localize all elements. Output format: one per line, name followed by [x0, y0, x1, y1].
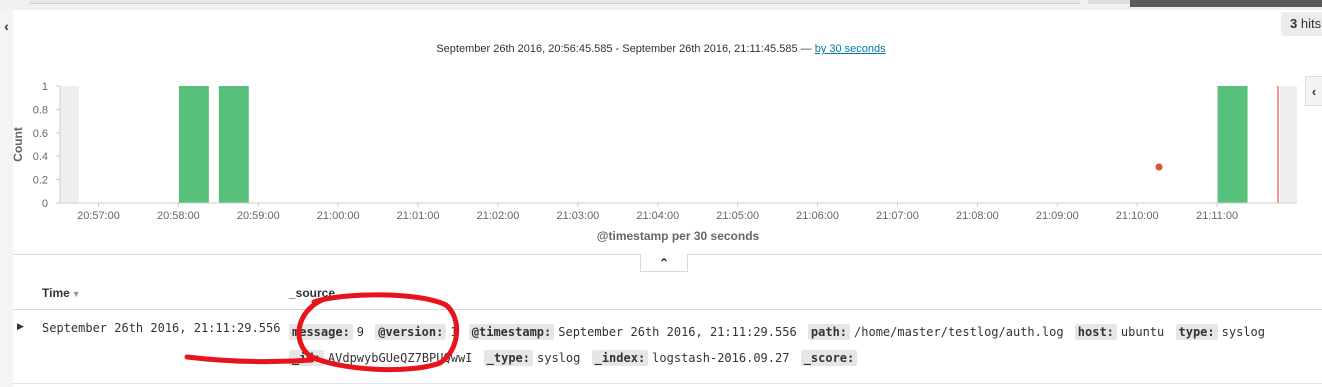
row-time: September 26th 2016, 21:11:29.556 [42, 321, 281, 335]
toolbar-edge [1130, 0, 1322, 7]
x-tick-label: 21:05:00 [716, 210, 759, 222]
column-header-source: _source [289, 286, 336, 300]
y-tick-label: 0.4 [33, 151, 48, 163]
source-field: host: ubuntu [1074, 324, 1165, 340]
source-field-key: @timestamp: [468, 324, 555, 340]
x-tick-label: 21:08:00 [956, 210, 999, 222]
x-tick-label: 20:58:00 [157, 210, 200, 222]
x-tick-label: 21:07:00 [876, 210, 919, 222]
caret-right-icon[interactable]: ▶ [17, 321, 24, 332]
x-tick-label: 21:04:00 [636, 210, 679, 222]
x-tick-label: 20:57:00 [77, 210, 120, 222]
y-tick-label: 0.8 [33, 104, 48, 116]
source-field-value: 9 [356, 325, 365, 339]
chart-bar [178, 86, 209, 203]
source-field-key: _id: [289, 350, 324, 366]
y-tick-label: 0.2 [33, 175, 48, 187]
source-field-value: 1 [450, 325, 458, 339]
hits-counter: 3 hits [1281, 12, 1322, 36]
search-button-edge[interactable] [1088, 0, 1130, 4]
histogram-chart: 0 0.2 0.4 0.6 0.8 1 Count 20:57:00 20:58:00 20:59… [11, 81, 1297, 243]
chevron-up-icon[interactable]: ⌃ [640, 254, 688, 272]
x-tick-label: 21:02:00 [477, 210, 520, 222]
source-field: path:/home/master/testlog/auth.log [807, 324, 1064, 340]
y-tick-label: 0.6 [33, 128, 48, 140]
column-time-label: Time [42, 286, 70, 300]
source-field-key: type: [1175, 324, 1218, 340]
y-tick-label: 1 [42, 81, 48, 93]
x-tick-label: 21:09:00 [1036, 210, 1079, 222]
x-tick-label: 20:59:00 [237, 210, 280, 222]
source-field-key: path: [807, 324, 851, 340]
hits-label: hits [1300, 16, 1322, 31]
x-tick-label: 21:03:00 [556, 210, 599, 222]
source-field-value: syslog [1221, 325, 1265, 339]
source-field: _score: [800, 350, 862, 366]
x-tick-label: 21:01:00 [397, 210, 440, 222]
source-field: type: syslog [1175, 324, 1265, 340]
source-field-key: host: [1074, 324, 1117, 340]
source-field-key: @version: [375, 324, 447, 340]
source-field: _index: logstash-2016.09.27 [591, 350, 790, 366]
y-axis-title: Count [11, 127, 25, 162]
column-header-time[interactable]: Time ▼ [42, 286, 81, 300]
chart-bar [218, 86, 249, 203]
source-field: @version: 1 [375, 324, 458, 340]
source-field: message: 9 [289, 324, 365, 340]
row-divider [13, 383, 1322, 384]
x-axis-title: @timestamp per 30 seconds [597, 229, 760, 243]
source-field-value: ubuntu [1120, 325, 1165, 339]
source-field-value: logstash-2016.09.27 [652, 351, 790, 365]
x-tick-label: 21:10:00 [1116, 210, 1159, 222]
top-bar [0, 0, 1322, 10]
chart-bar [1217, 86, 1248, 203]
x-tick-label: 21:06:00 [796, 210, 839, 222]
chevron-left-icon[interactable]: ‹ [0, 16, 13, 36]
table-header-divider [13, 309, 1322, 310]
source-field-key: _score: [800, 350, 858, 366]
red-dot-annotation [1155, 163, 1163, 171]
time-range-text: September 26th 2016, 20:56:45.585 - Sept… [436, 43, 812, 55]
source-field: _id: AVdpwybGUeQZ7BPUQwwI [289, 350, 473, 366]
row-source: message: 9 @version: 1 @timestamp: Septembe… [289, 319, 1322, 371]
query-bar-edge[interactable] [30, 0, 1080, 4]
y-tick-label: 0 [42, 198, 48, 210]
source-field-value: syslog [537, 351, 581, 365]
source-field: @timestamp: September 26th 2016, 21:11:29… [468, 324, 797, 340]
source-field: _type: syslog [483, 350, 581, 366]
x-tick-label: 21:11:00 [1196, 210, 1238, 222]
interval-link[interactable]: by 30 seconds [815, 43, 886, 55]
out-of-range-area [60, 86, 79, 203]
source-field-key: _type: [483, 350, 533, 366]
source-field-key: _index: [591, 350, 649, 366]
x-tick-label: 21:00:00 [317, 210, 360, 222]
out-of-range-area [1280, 86, 1297, 203]
time-range-header: September 26th 2016, 20:56:45.585 - Sept… [0, 43, 1322, 55]
hits-count: 3 [1290, 16, 1298, 31]
source-field-value: /home/master/testlog/auth.log [854, 325, 1064, 339]
source-field-value: September 26th 2016, 21:11:29.556 [558, 325, 797, 339]
caret-down-icon[interactable]: ▼ [72, 289, 81, 299]
source-field-value: AVdpwybGUeQZ7BPUQwwI [327, 351, 473, 365]
source-field-key: message: [289, 324, 353, 340]
